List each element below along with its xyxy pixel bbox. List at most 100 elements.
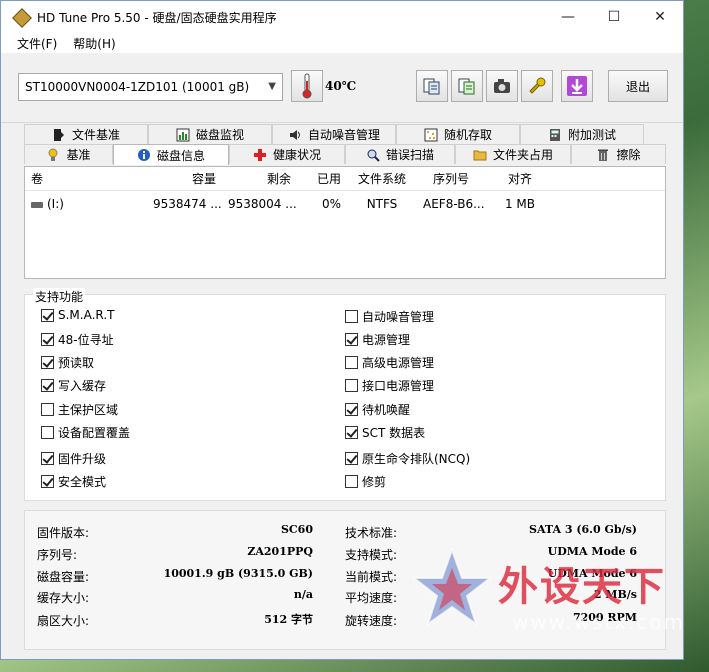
checkbox-unchecked[interactable] [41,403,54,416]
speaker-icon [289,129,300,140]
bulb-icon [48,148,58,161]
column-header[interactable]: 卷 [25,170,147,187]
info-label: 扇区大小: [37,614,90,628]
monitor-chart-icon [176,128,190,141]
close-button[interactable]: ✕ [637,1,683,33]
checkbox-checked[interactable] [345,333,358,346]
tab-label: 文件夹占用 [492,148,553,162]
column-header[interactable]: 容量 [147,170,222,187]
copy-info-button[interactable] [416,70,448,102]
checkbox-checked[interactable] [41,475,54,488]
copy-all-button[interactable] [451,70,483,102]
column-header[interactable]: 序列号 [417,170,485,187]
info-label: 固件版本: [37,526,90,540]
info-icon [137,149,150,161]
checkbox-unchecked[interactable] [41,426,54,439]
capacity-cell: 9538474 ... [153,197,222,211]
feature-checkbox[interactable]: 主保护区域 [41,401,118,418]
calculator-icon [549,128,560,141]
info-value: 2 MB/s [593,588,637,601]
feature-label: 电源管理 [362,333,411,347]
feature-checkbox[interactable]: 修剪 [345,473,386,490]
tab-folder-usage[interactable]: 文件夹占用 [455,144,571,164]
checkbox-checked[interactable] [41,356,54,369]
info-value: UDMA Mode 6 [547,545,637,558]
volume-list[interactable]: 卷 容量 剩余 已用 文件系统 序列号 对齐 (I:) 9538474 ... … [24,166,666,279]
thermometer-icon [302,73,312,99]
screenshot-button[interactable] [486,70,518,102]
tab-label: 自动噪音管理 [307,128,380,142]
info-value: SATA 3 (6.0 Gb/s) [529,523,637,536]
info-value: UDMA Mode 6 [547,567,637,580]
feature-checkbox[interactable]: 接口电源管理 [345,377,434,394]
feature-checkbox[interactable]: 电源管理 [345,331,410,348]
checkbox-checked[interactable] [345,426,358,439]
download-arrow-icon [567,76,587,96]
tab-random-access[interactable]: 随机存取 [396,124,520,144]
tab-disk-info[interactable]: 磁盘信息 [113,144,229,165]
feature-label: SCT 数据表 [362,426,426,440]
tab-erase[interactable]: 擦除 [571,144,666,164]
table-row[interactable]: (I:) 9538474 ... 9538004 ... 0% NTFS AEF… [25,193,665,215]
feature-label: 修剪 [362,475,387,489]
info-label: 磁盘容量: [37,570,90,584]
serial-cell: AEF8-B6... [423,197,485,211]
feature-checkbox[interactable]: 待机唤醒 [345,401,410,418]
checkbox-checked[interactable] [41,308,54,322]
feature-label: 待机唤醒 [362,403,411,417]
column-header[interactable]: 已用 [297,170,347,187]
thermometer-button[interactable] [291,70,323,102]
column-header[interactable]: 文件系统 [347,170,417,187]
feature-label: 48-位寻址 [58,333,114,347]
maximize-button[interactable]: ☐ [591,1,637,33]
feature-checkbox[interactable]: SCT 数据表 [345,424,425,441]
checkbox-checked[interactable] [41,333,54,346]
camera-icon [494,79,510,93]
checkbox-checked[interactable] [345,452,358,465]
feature-checkbox[interactable]: 写入缓存 [41,377,106,394]
tab-file-benchmark[interactable]: 文件基准 [24,124,148,144]
feature-checkbox[interactable]: 预读取 [41,354,94,371]
free-cell: 9538004 ... [228,197,297,211]
checkbox-unchecked[interactable] [345,310,358,323]
menu-file[interactable]: 文件(F) [9,35,65,52]
tab-error-scan[interactable]: 错误扫描 [345,144,455,164]
tab-disk-monitor[interactable]: 磁盘监视 [148,124,272,144]
feature-checkbox[interactable]: 安全模式 [41,473,106,490]
checkbox-checked[interactable] [41,452,54,465]
feature-checkbox[interactable]: 自动噪音管理 [345,308,434,325]
folder-icon [473,150,487,160]
feature-checkbox[interactable]: 固件升级 [41,450,106,467]
tab-noise-management[interactable]: 自动噪音管理 [272,124,396,144]
column-header[interactable]: 对齐 [485,170,555,187]
tab-extra-tests[interactable]: 附加测试 [520,124,644,144]
chevron-down-icon: ▼ [268,81,276,92]
tab-label: 磁盘信息 [156,148,205,163]
info-value: ZA201PPQ [247,545,313,558]
tab-label: 文件基准 [71,128,120,142]
download-button[interactable] [561,70,593,102]
checkbox-unchecked[interactable] [345,356,358,369]
minimize-button[interactable]: — [545,1,591,33]
info-label: 技术标准: [345,526,398,540]
exit-button[interactable]: 退出 [608,70,668,102]
options-button[interactable] [521,70,553,102]
wrench-icon [529,77,546,94]
checkbox-unchecked[interactable] [345,379,358,392]
feature-checkbox[interactable]: 48-位寻址 [41,331,114,348]
checkbox-unchecked[interactable] [345,475,358,488]
feature-checkbox[interactable]: S.M.A.R.T [41,308,114,322]
column-header[interactable]: 剩余 [222,170,297,187]
feature-checkbox[interactable]: 设备配置覆盖 [41,424,130,441]
feature-checkbox[interactable]: 高级电源管理 [345,354,434,371]
feature-checkbox[interactable]: 原生命令排队(NCQ) [345,450,470,467]
menu-help[interactable]: 帮助(H) [65,35,123,52]
tab-health[interactable]: 健康状况 [229,144,345,164]
checkbox-checked[interactable] [345,403,358,416]
used-cell: 0% [321,197,341,211]
tab-benchmark[interactable]: 基准 [24,144,113,164]
drive-select[interactable]: ST10000VN0004-1ZD101 (10001 gB) ▼ [18,73,283,101]
save-copy-icon [458,78,475,95]
checkbox-checked[interactable] [41,379,54,392]
feature-label: 主保护区域 [58,403,119,417]
